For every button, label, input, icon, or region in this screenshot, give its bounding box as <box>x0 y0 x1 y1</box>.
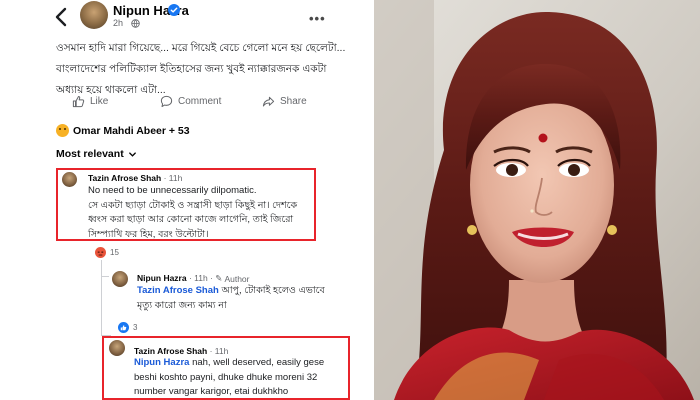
comment-2-time: · 11h <box>188 273 208 283</box>
comment-3-mention[interactable]: Nipun Hazra <box>134 357 189 368</box>
comment-3-author[interactable]: Tazin Afrose Shah · 11h <box>134 346 228 356</box>
post-actions: Like Comment Share <box>72 95 342 115</box>
portrait-illustration <box>374 0 700 400</box>
sad-reaction-icon <box>56 124 69 137</box>
comment-label: Comment <box>178 96 222 107</box>
post-text: ওসমান হাদি মারা গিয়েছে... মরে গিয়েই বে… <box>56 42 346 96</box>
comment-1-author[interactable]: Tazin Afrose Shah · 11h <box>88 173 182 183</box>
comment-1-author-name: Tazin Afrose Shah <box>88 173 162 183</box>
comment-1-time-value: 11h <box>168 173 183 183</box>
comment-2-time-value: 11h <box>194 273 208 283</box>
reactions-text: Omar Mahdi Abeer + 53 <box>73 124 190 137</box>
comment-1-text-bangla: সে একটা ছ্যাড়া টোকাই ও সন্ত্রাসী ছাড়া … <box>88 199 298 240</box>
facebook-post-screenshot: Nipun Hazra 2h ••• ওসমান হাদি মারা গিয়ে… <box>0 0 370 400</box>
comment-2-text: Tazin Afrose Shah আপু, টোকাই হলেও এভাবে … <box>137 284 329 313</box>
share-label: Share <box>280 96 307 107</box>
comment-1-reactions[interactable]: 15 <box>95 247 119 258</box>
comment-2-avatar[interactable] <box>112 271 128 287</box>
reactions-summary[interactable]: Omar Mahdi Abeer + 53 <box>56 124 190 137</box>
like-icon <box>72 95 85 108</box>
post-time: 2h <box>113 18 124 28</box>
comment-button[interactable]: Comment <box>160 95 221 108</box>
portrait-photo <box>374 0 700 400</box>
comment-3-text: Nipun Hazra nah, well deserved, easily g… <box>134 356 342 400</box>
comment-3-time-value: 11h <box>214 346 229 356</box>
comment-3-avatar[interactable] <box>109 340 125 356</box>
author-badge-label: Author <box>224 273 250 284</box>
comment-1-avatar[interactable] <box>62 172 77 187</box>
post-author-avatar[interactable] <box>80 1 108 29</box>
chevron-down-icon <box>128 151 136 157</box>
comment-2-author-name: Nipun Hazra <box>137 273 187 283</box>
like-reaction-icon <box>118 322 129 333</box>
like-button[interactable]: Like <box>72 95 108 108</box>
comment-2-reactions[interactable]: 3 <box>118 322 137 333</box>
comment-2-reaction-count: 3 <box>133 323 138 332</box>
thread-branch-1 <box>101 276 109 277</box>
globe-icon <box>131 19 140 28</box>
comment-2-author[interactable]: Nipun Hazra · 11h · ✎ Author <box>137 273 249 284</box>
thread-line <box>101 260 102 336</box>
comment-1-time: · 11h <box>163 173 183 183</box>
comment-1-reaction-count: 15 <box>110 248 119 257</box>
verified-icon <box>168 4 180 16</box>
comment-1-text: No need to be unnecessarily dilpomatic. … <box>88 184 312 242</box>
sort-label: Most relevant <box>56 148 124 160</box>
back-arrow-icon[interactable] <box>52 6 72 28</box>
comment-sort-dropdown[interactable]: Most relevant <box>56 148 137 160</box>
comment-2-mention[interactable]: Tazin Afrose Shah <box>137 285 219 296</box>
comment-1-text-line1: No need to be unnecessarily dilpomatic. <box>88 185 257 196</box>
share-button[interactable]: Share <box>262 95 307 108</box>
comment-3-author-name: Tazin Afrose Shah <box>134 346 208 356</box>
author-badge: · ✎ Author <box>210 273 250 284</box>
share-icon <box>262 96 275 107</box>
like-label: Like <box>90 96 109 107</box>
comment-icon <box>160 95 173 108</box>
more-icon[interactable]: ••• <box>309 11 326 26</box>
angry-reaction-icon <box>95 247 106 258</box>
comment-3-time: · 11h <box>209 346 229 356</box>
